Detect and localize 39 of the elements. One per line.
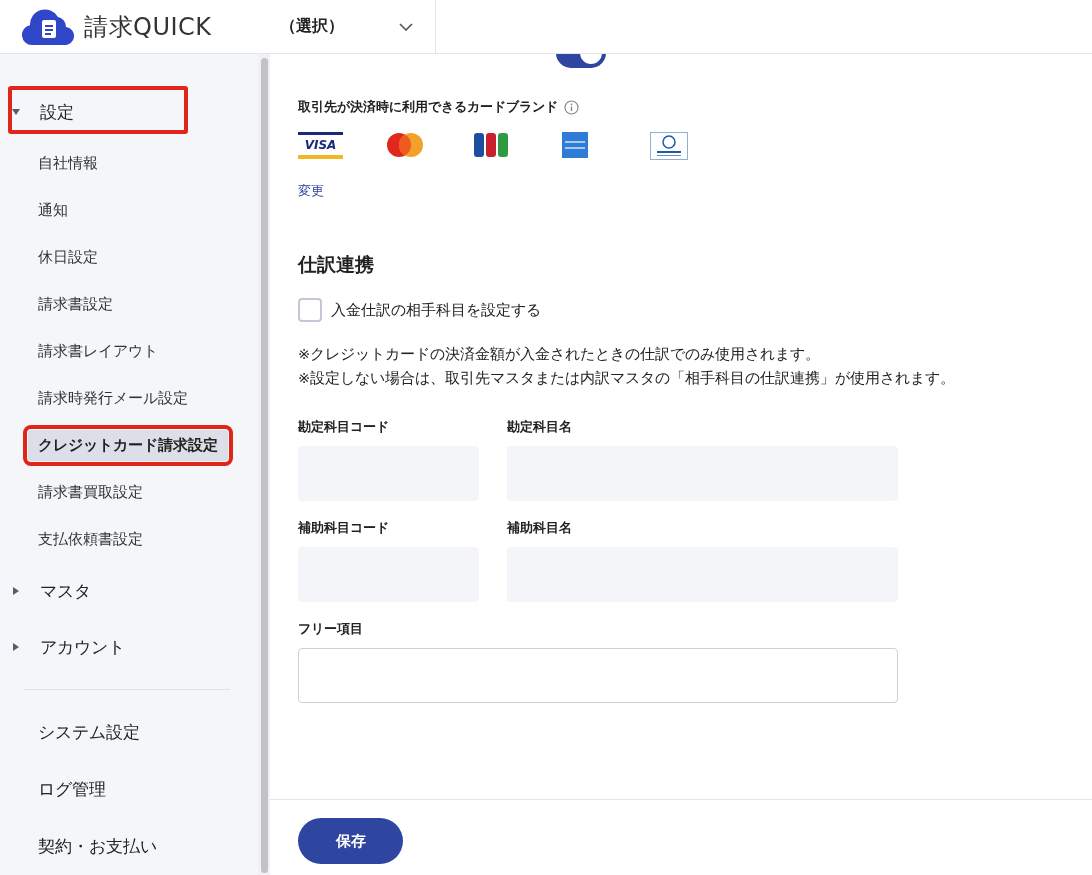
- cloud-document-icon: [22, 8, 76, 45]
- field-label: 補助科目名: [507, 519, 573, 537]
- company-selector[interactable]: （選択）: [260, 0, 436, 54]
- mastercard-logo: [386, 132, 424, 158]
- field-label: フリー項目: [298, 620, 364, 638]
- save-button[interactable]: 保存: [298, 818, 403, 864]
- scrollbar[interactable]: [260, 58, 268, 873]
- sidebar-link[interactable]: システム設定: [38, 721, 140, 744]
- sidebar-item[interactable]: 自社情報: [28, 148, 108, 179]
- sidebar-item[interactable]: 請求書買取設定: [28, 477, 153, 508]
- note-text: ※クレジットカードの決済金額が入金されたときの仕訳でのみ使用されます。: [298, 345, 822, 364]
- sidebar-group[interactable]: 設定: [40, 100, 74, 124]
- chevron-down-icon: [399, 22, 413, 31]
- field-label: 勘定科目コード: [298, 418, 390, 436]
- checkbox[interactable]: [298, 298, 322, 322]
- amex-logo: [562, 132, 588, 158]
- info-icon[interactable]: [564, 99, 579, 115]
- field-label: 勘定科目名: [507, 418, 573, 436]
- sidebar-item[interactable]: 請求時発行メール設定: [28, 383, 198, 414]
- sidebar-link[interactable]: ログ管理: [38, 778, 106, 801]
- field-label: 補助科目コード: [298, 519, 390, 537]
- field-label: 取引先が決済時に利用できるカードブランド: [298, 98, 558, 116]
- sidebar-item[interactable]: 通知: [28, 195, 78, 226]
- note-text: ※設定しない場合は、取引先マスタまたは内訳マスタの「相手科目の仕訳連携」が使用されます。: [298, 369, 957, 388]
- sidebar-item[interactable]: 支払依頼書設定: [28, 524, 153, 555]
- sidebar-link[interactable]: 契約・お支払い: [38, 835, 157, 858]
- input-field[interactable]: [298, 648, 898, 703]
- checkbox-label: 入金仕訳の相手科目を設定する: [331, 300, 541, 320]
- section-title: 仕訳連携: [298, 252, 375, 277]
- visa-logo: VISA: [298, 132, 343, 159]
- sidebar-group[interactable]: アカウント: [40, 635, 125, 659]
- sidebar-group[interactable]: マスタ: [40, 579, 91, 603]
- sidebar-item[interactable]: 請求書設定: [28, 289, 123, 320]
- logo-text: 請求QUICK: [84, 11, 212, 43]
- sidebar-item[interactable]: 休日設定: [28, 242, 108, 273]
- change-link[interactable]: 変更: [298, 182, 324, 200]
- jcb-logo: [474, 132, 508, 158]
- diners-club-logo: [650, 132, 688, 160]
- sidebar-item[interactable]: 請求書レイアウト: [28, 336, 168, 367]
